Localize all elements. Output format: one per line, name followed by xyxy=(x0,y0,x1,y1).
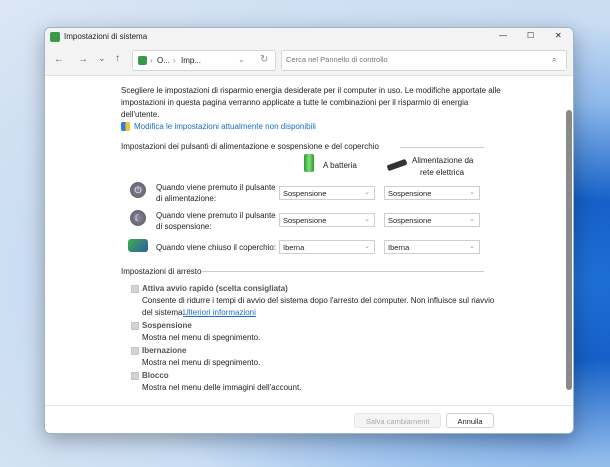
fast-startup-desc: Consente di ridurre i tempi di avvio del… xyxy=(142,296,495,305)
sleep-button-label: Quando viene premuto il pulsante di sosp… xyxy=(156,210,276,232)
sleep-label: Sospensione xyxy=(142,321,192,330)
lid-ac-select[interactable]: Iberna ⌄ xyxy=(384,240,480,254)
chevron-down-icon: ⌄ xyxy=(469,216,475,223)
intro-text: Scegliere le impostazioni di risparmio e… xyxy=(121,85,501,121)
breadcrumb-item[interactable]: Imp... xyxy=(181,56,201,65)
select-value: Iberna xyxy=(388,243,410,252)
minimize-button[interactable]: — xyxy=(499,31,507,40)
chevron-down-icon: ⌄ xyxy=(469,189,475,196)
ac-column-header: Alimentazione da xyxy=(412,156,474,165)
change-unavailable-settings-link[interactable]: Modifica le impostazioni attualmente non… xyxy=(134,122,316,131)
address-bar[interactable]: › O... › Imp... ⌄ ↻ xyxy=(132,50,276,71)
lock-label: Blocco xyxy=(142,371,169,380)
battery-column-header: A batteria xyxy=(323,161,357,170)
select-value: Iberna xyxy=(283,243,305,252)
intro-line: impostazioni in questa pagina verranno a… xyxy=(121,98,469,107)
up-arrow-icon[interactable]: ↑ xyxy=(115,53,120,64)
search-icon[interactable]: ⌕ xyxy=(552,55,556,65)
hibernate-checkbox[interactable] xyxy=(131,347,139,355)
chevron-down-icon: ⌄ xyxy=(469,243,475,250)
ac-column-header: rete elettrica xyxy=(420,168,465,177)
lock-checkbox[interactable] xyxy=(131,372,139,380)
refresh-icon[interactable]: ↻ xyxy=(260,54,268,65)
chevron-down-icon: ⌄ xyxy=(364,189,370,196)
select-value: Sospensione xyxy=(388,189,432,198)
power-button-icon: ⏻ xyxy=(130,182,146,198)
chevron-down-icon: ⌄ xyxy=(364,243,370,250)
admin-shield-icon xyxy=(121,122,130,131)
sleep-desc: Mostra nel menu di spegnimento. xyxy=(142,333,261,342)
search-input[interactable] xyxy=(286,55,536,64)
battery-icon xyxy=(304,154,314,172)
search-box[interactable]: ⌕ xyxy=(281,50,567,71)
maximize-button[interactable]: ☐ xyxy=(527,31,534,40)
lid-battery-select[interactable]: Iberna ⌄ xyxy=(279,240,375,254)
power-button-battery-select[interactable]: Sospensione ⌄ xyxy=(279,186,375,200)
sleep-button-battery-select[interactable]: Sospensione ⌄ xyxy=(279,213,375,227)
power-button-label: Quando viene premuto il pulsante di alim… xyxy=(156,182,276,204)
section-heading: Impostazioni di arresto xyxy=(121,267,202,276)
system-settings-window: Impostazioni di sistema — ☐ ✕ ← → ⌄ ↑ › … xyxy=(44,27,574,434)
address-dropdown-chevron-icon[interactable]: ⌄ xyxy=(238,55,245,64)
chevron-down-icon: ⌄ xyxy=(364,216,370,223)
section-heading: Impostazioni dei pulsanti di alimentazio… xyxy=(121,142,379,151)
title-bar: Impostazioni di sistema — ☐ ✕ xyxy=(45,28,573,46)
forward-arrow-icon[interactable]: → xyxy=(78,54,88,65)
select-value: Sospensione xyxy=(283,189,327,198)
divider xyxy=(201,271,484,272)
intro-line: Scegliere le impostazioni di risparmio e… xyxy=(121,86,501,95)
laptop-lid-icon xyxy=(128,239,148,252)
control-panel-icon xyxy=(138,56,147,65)
select-value: Sospensione xyxy=(388,216,432,225)
power-button-ac-select[interactable]: Sospensione ⌄ xyxy=(384,186,480,200)
lock-desc: Mostra nel menu delle immagini dell'acco… xyxy=(142,383,302,392)
sleep-button-icon: ☾ xyxy=(130,210,146,226)
cancel-button[interactable]: Annulla xyxy=(446,413,494,428)
scrollbar-thumb[interactable] xyxy=(566,110,572,390)
power-plug-icon xyxy=(386,158,408,172)
sleep-checkbox[interactable] xyxy=(131,322,139,330)
label-line: di sospensione: xyxy=(156,222,212,231)
more-info-link[interactable]: Ulteriori informazioni xyxy=(183,308,256,317)
intro-line: dell'utente. xyxy=(121,110,160,119)
label-line: Quando viene premuto il pulsante xyxy=(156,211,276,220)
navigation-bar: ← → ⌄ ↑ › O... › Imp... ⌄ ↻ ⌕ xyxy=(45,46,573,76)
lid-close-label: Quando viene chiuso il coperchio: xyxy=(156,243,277,252)
hibernate-desc: Mostra nel menu di spegnimento. xyxy=(142,358,261,367)
hibernate-label: Ibernazione xyxy=(142,346,187,355)
window-title: Impostazioni di sistema xyxy=(64,32,148,41)
select-value: Sospensione xyxy=(283,216,327,225)
fast-startup-label: Attiva avvio rapido (scelta consigliata) xyxy=(142,284,288,293)
fast-startup-checkbox[interactable] xyxy=(131,285,139,293)
sleep-button-ac-select[interactable]: Sospensione ⌄ xyxy=(384,213,480,227)
footer: Salva cambiamenti Annulla xyxy=(45,405,573,433)
control-panel-icon xyxy=(50,32,60,42)
fast-startup-desc: del sistema. xyxy=(142,308,185,317)
divider xyxy=(400,147,484,148)
close-button[interactable]: ✕ xyxy=(555,31,562,40)
label-line: Quando viene premuto il pulsante xyxy=(156,183,276,192)
save-changes-button[interactable]: Salva cambiamenti xyxy=(354,413,441,428)
breadcrumb-item[interactable]: O... xyxy=(157,56,170,65)
label-line: di alimentazione: xyxy=(156,194,217,203)
recent-locations-chevron-icon[interactable]: ⌄ xyxy=(98,53,106,64)
back-arrow-icon[interactable]: ← xyxy=(54,54,64,65)
